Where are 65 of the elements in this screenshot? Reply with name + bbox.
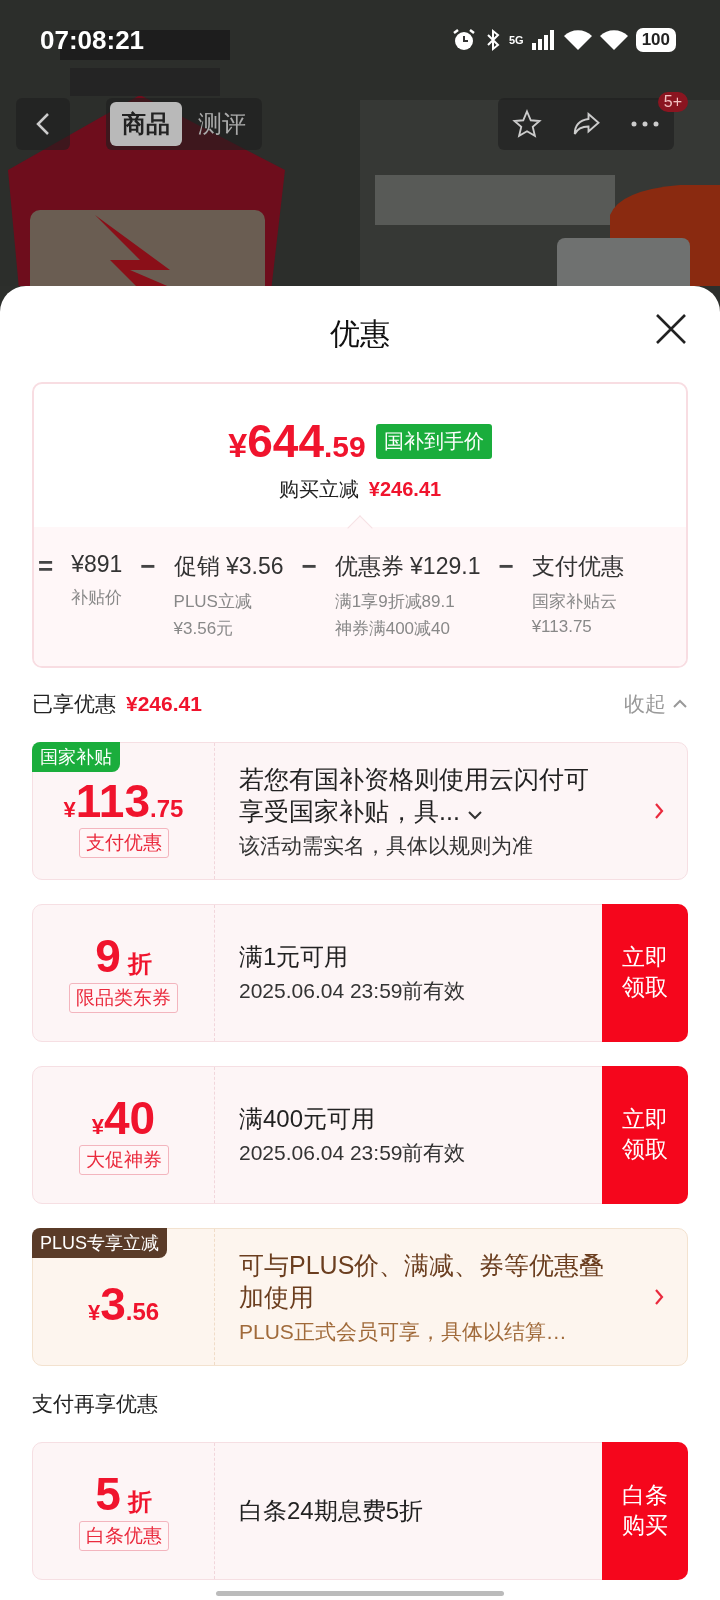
offer-type-label: 大促神券 bbox=[78, 1145, 169, 1175]
offer-tag: 国家补贴 bbox=[32, 742, 120, 772]
applied-label: 已享优惠 bbox=[32, 691, 116, 717]
offer-description: 2025.06.04 23:59前有效 bbox=[239, 1139, 467, 1166]
wifi-icon bbox=[599, 29, 628, 51]
back-icon bbox=[36, 112, 50, 136]
battery-level: 100 bbox=[635, 28, 676, 52]
offer-amount: ¥113.75 bbox=[63, 778, 184, 824]
offer-description: 该活动需实名，具体以规则为准 bbox=[239, 832, 534, 859]
breakdown-note: 满1享9折减89.1 bbox=[334, 591, 456, 613]
back-button[interactable] bbox=[16, 98, 70, 150]
chevron-right-icon bbox=[653, 801, 665, 821]
price-tag: 国补到手价 bbox=[375, 423, 492, 459]
breakdown-amount: ¥891 bbox=[71, 551, 123, 578]
star-icon[interactable] bbox=[512, 109, 543, 139]
chevron-right-icon bbox=[653, 1287, 665, 1307]
offer-amount: ¥40 bbox=[91, 1095, 156, 1141]
breakdown-amount: 优惠券 ¥129.1 bbox=[334, 552, 481, 581]
offer-amount: ¥3.56 bbox=[87, 1281, 160, 1327]
offer-title: 若您有国补资格则使用云闪付可享受国家补贴，具... bbox=[239, 763, 589, 827]
breakdown-note: ¥113.75 bbox=[531, 617, 593, 637]
breakdown-note: PLUS立减 bbox=[173, 591, 253, 613]
more-icon[interactable] bbox=[629, 120, 660, 128]
applied-amount: ¥246.41 bbox=[126, 692, 202, 716]
collapse-toggle[interactable]: 收起 bbox=[624, 690, 688, 718]
offer-tag: PLUS专享立减 bbox=[32, 1228, 168, 1258]
saving-amount: ¥246.41 bbox=[368, 478, 442, 501]
breakdown-amount: 促销 ¥3.56 bbox=[173, 552, 284, 581]
claim-button[interactable]: 立即领取 bbox=[602, 1066, 688, 1204]
breakdown-note: 神券满400减40 bbox=[334, 618, 451, 640]
claim-button[interactable]: 白条购买 bbox=[602, 1442, 688, 1580]
breakdown-note: 国家补贴云 bbox=[531, 591, 618, 613]
status-time: 07:08:21 bbox=[40, 24, 145, 56]
operator-sign: − bbox=[140, 551, 156, 583]
section-title: 支付再享优惠 bbox=[32, 1391, 159, 1417]
nav-tab[interactable]: 商品 bbox=[110, 102, 182, 146]
offer-description: 2025.06.04 23:59前有效 bbox=[239, 977, 467, 1004]
sheet-title: 优惠 bbox=[330, 315, 390, 352]
breakdown-note: 补贴价 bbox=[71, 587, 123, 609]
offer-title: 满1元可用 bbox=[239, 942, 350, 973]
offer-amount: 5 折 bbox=[95, 1471, 152, 1517]
claim-button[interactable]: 立即领取 bbox=[602, 904, 688, 1042]
offer-type-label: 限品类东券 bbox=[69, 983, 178, 1013]
final-price: ¥644.59 bbox=[228, 414, 366, 468]
saving-label: 购买立减 bbox=[278, 477, 359, 502]
bluetooth-icon bbox=[484, 28, 501, 52]
operator-sign: − bbox=[301, 551, 317, 583]
operator-sign: − bbox=[498, 551, 514, 583]
offer-title: 可与PLUS价、满减、券等优惠叠加使用 bbox=[239, 1249, 606, 1313]
signal-icon bbox=[531, 30, 556, 50]
network-label: 5G bbox=[508, 34, 524, 46]
operator-sign: = bbox=[38, 551, 54, 583]
offer-amount: 9 折 bbox=[95, 933, 152, 979]
offer-title: 满400元可用 bbox=[239, 1104, 377, 1135]
breakdown-note: ¥3.56元 bbox=[173, 618, 235, 640]
wifi-icon bbox=[563, 29, 592, 51]
offer-type-label: 支付优惠 bbox=[78, 828, 169, 858]
close-button[interactable] bbox=[654, 312, 688, 346]
offer-type-label: 白条优惠 bbox=[78, 1521, 169, 1551]
offer-description: PLUS正式会员可享，具体以结算… bbox=[239, 1318, 568, 1345]
chevron-down-icon bbox=[466, 810, 483, 820]
offer-title: 白条24期息费5折 bbox=[239, 1496, 425, 1527]
breakdown-amount: 支付优惠 bbox=[531, 552, 624, 581]
chevron-up-icon bbox=[672, 699, 688, 709]
nav-tab[interactable]: 测评 bbox=[186, 102, 258, 146]
